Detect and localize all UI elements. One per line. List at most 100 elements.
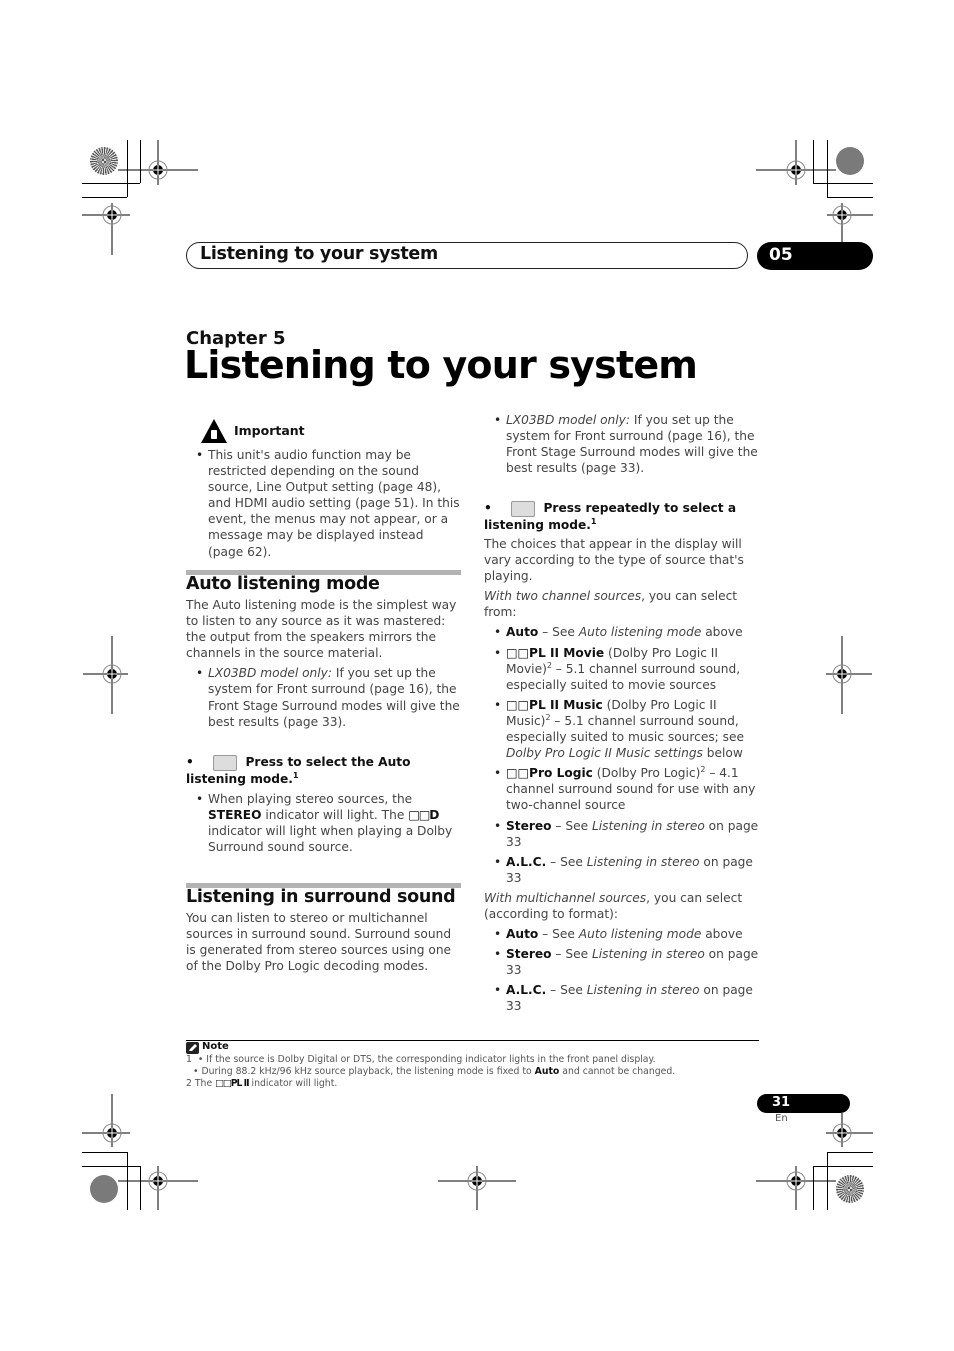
two-channel-mode-list: Auto – See Auto listening mode above □□PL… (484, 624, 762, 885)
mode-desc: below (702, 746, 743, 761)
target-icon (826, 636, 872, 714)
note-label: Note (202, 1041, 229, 1052)
surround-intro: You can listen to stereo or multichannel… (186, 910, 462, 974)
auto-step: • Press to select the Auto listening mod… (186, 754, 462, 787)
footnote-ref: 1 (292, 770, 299, 780)
bullet: • (186, 755, 194, 769)
mode-name: □□PL II Music (506, 697, 603, 712)
warning-hand-icon (201, 419, 227, 443)
footnote-text: indicator will light. (248, 1078, 338, 1089)
mode-name: Stereo (506, 818, 552, 833)
target-icon (827, 203, 873, 242)
target-icon (82, 203, 130, 255)
note-divider (186, 1040, 759, 1041)
chapter-number-badge: 05 (757, 242, 873, 270)
stereo-label: STEREO (208, 808, 262, 823)
target-icon (756, 1166, 836, 1210)
footnote-text: and cannot be changed. (559, 1066, 676, 1077)
mode-name: □□PL II Movie (506, 645, 605, 660)
mode-list-item: Stereo – See Listening in stereo on page… (484, 946, 762, 978)
target-icon (756, 140, 836, 185)
surround-intro-text: You can listen to stereo or multichannel… (186, 911, 452, 974)
mode-desc: – See (551, 818, 592, 833)
footnote-1b: • During 88.2 kHz/96 kHz source playback… (193, 1066, 675, 1077)
footnote-text: 2 The (186, 1078, 216, 1089)
chapter-number: 05 (769, 245, 793, 265)
footnote-text: • If the source is Dolby Digital or DTS,… (197, 1054, 656, 1065)
model-note-italic: LX03BD model only: (506, 413, 630, 427)
surround-options: The choices that appear in the display w… (484, 536, 762, 1015)
footnote-bold: Auto (534, 1066, 560, 1077)
target-icon (118, 1166, 198, 1210)
mode-desc: – See (551, 947, 592, 962)
footnote-ref: 1 (590, 516, 597, 526)
page-number: 31 (772, 1095, 791, 1110)
auto-listening-body: The Auto listening mode is the simplest … (186, 597, 462, 730)
target-icon (826, 1113, 873, 1147)
cross-ref: Listening in stereo (586, 854, 700, 869)
footnote-text: • During 88.2 kHz/96 kHz source playback… (193, 1066, 535, 1077)
important-label: Important (234, 423, 305, 438)
page-title: Listening to your system (184, 343, 698, 387)
model-note-italic: LX03BD model only: (208, 666, 332, 681)
important-block: This unit's audio function may be restri… (186, 447, 462, 560)
target-icon (82, 1094, 130, 1147)
cross-ref: Auto listening mode (578, 927, 702, 942)
surround-model-note-block: LX03BD model only: If you set up the sys… (484, 412, 760, 476)
page-language: En (775, 1113, 788, 1124)
cross-ref: Listening in stereo (591, 818, 705, 833)
cross-ref: Dolby Pro Logic II Music settings (506, 746, 703, 761)
intro-italic: With multichannel sources (484, 890, 647, 905)
surround-model-note: LX03BD model only: If you set up the sys… (484, 412, 760, 476)
mode-list-item: Stereo – See Listening in stereo on page… (484, 818, 762, 850)
intro-italic: With two channel sources (484, 589, 642, 604)
mode-list-item: A.L.C. – See Listening in stereo on page… (484, 854, 762, 886)
text: indicator will light. The (261, 808, 409, 823)
section-title-auto: Auto listening mode (186, 574, 380, 594)
text: When playing stereo sources, the (208, 792, 413, 806)
mode-desc: above (701, 927, 743, 942)
mode-desc: (Dolby Pro Logic) (592, 766, 701, 781)
choices-text: The choices that appear in the display w… (484, 537, 744, 584)
text: indicator will light when playing a Dolb… (208, 824, 453, 855)
mode-list-item: A.L.C. – See Listening in stereo on page… (484, 982, 762, 1014)
mode-list-item: □□Pro Logic (Dolby Pro Logic)2 – 4.1 cha… (484, 765, 762, 813)
mode-list-item: Auto – See Auto listening mode above (484, 926, 762, 942)
target-icon (118, 140, 198, 185)
important-text: This unit's audio function may be restri… (186, 447, 462, 560)
mode-list-item: Auto – See Auto listening mode above (484, 624, 762, 640)
two-channel-intro: With two channel sources, you can select… (484, 588, 762, 620)
mode-name: A.L.C. (506, 854, 547, 869)
mode-desc: – See (546, 983, 587, 998)
mode-name: A.L.C. (506, 983, 547, 998)
mode-name: Stereo (506, 947, 552, 962)
mode-desc: – See (546, 854, 587, 869)
section-title-surround: Listening in surround sound (186, 887, 456, 907)
dolby-indicator-label: □□D (408, 808, 439, 823)
mode-list-item: □□PL II Movie (Dolby Pro Logic II Movie)… (484, 645, 762, 693)
footnote-1a: 1 • If the source is Dolby Digital or DT… (186, 1054, 656, 1065)
footnote-number: 1 (186, 1054, 192, 1065)
pencil-note-icon (186, 1042, 199, 1054)
auto-model-note: LX03BD model only: If you set up the sys… (186, 665, 462, 729)
mode-list-item: □□PL II Music (Dolby Pro Logic II Music)… (484, 697, 762, 761)
auto-sub-note: When playing stereo sources, the STEREO … (186, 791, 462, 855)
mode-name: □□Pro Logic (506, 766, 593, 781)
registration-targets (82, 140, 873, 1210)
section-header-title: Listening to your system (200, 244, 438, 264)
mode-desc: – See (538, 927, 579, 942)
surround-step: • Press repeatedly to select a listening… (484, 500, 760, 533)
cross-ref: Auto listening mode (578, 625, 702, 640)
footnote-bold: □□PL II (215, 1078, 249, 1089)
auto-listening-intro: The Auto listening mode is the simplest … (186, 598, 457, 661)
auto-button-key[interactable] (213, 754, 237, 771)
mode-desc: above (701, 625, 743, 640)
bullet: • (484, 501, 492, 515)
mode-name: Auto (506, 927, 539, 942)
multichannel-intro: With multichannel sources, you can selec… (484, 890, 762, 922)
target-icon (438, 1166, 516, 1210)
surround-button-key[interactable] (511, 500, 535, 517)
mode-name: Auto (506, 625, 539, 640)
multichannel-mode-list: Auto – See Auto listening mode above Ster… (484, 926, 762, 1014)
footnote-2: 2 The □□PL II indicator will light. (186, 1078, 337, 1089)
